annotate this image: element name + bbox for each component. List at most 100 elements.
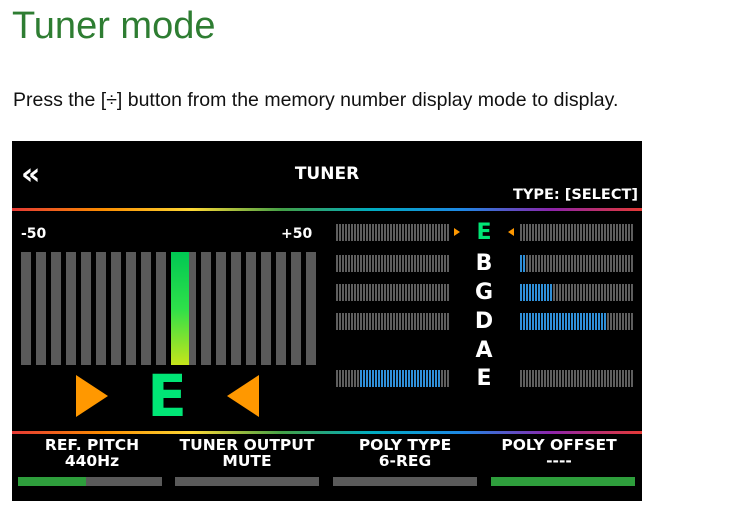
string-bar-segment: [348, 313, 350, 330]
string-bar-segment: [342, 370, 344, 387]
string-bar-segment: [571, 313, 573, 330]
param-level-bar: [333, 477, 477, 486]
string-bar-segment: [363, 313, 365, 330]
string-bar-segment: [366, 255, 368, 272]
string-bar-segment: [625, 370, 627, 387]
string-bar-segment: [447, 224, 449, 241]
string-bar-segment: [408, 313, 410, 330]
string-bar-segment: [396, 224, 398, 241]
string-bar-segment: [616, 370, 618, 387]
string-bar-segment: [571, 255, 573, 272]
string-bar-segment: [357, 370, 359, 387]
string-left-bar: [336, 313, 450, 330]
string-bar-segment: [393, 284, 395, 301]
string-bar-segment: [553, 284, 555, 301]
string-bar-segment: [607, 313, 609, 330]
string-bar-segment: [607, 255, 609, 272]
string-bar-segment: [390, 370, 392, 387]
string-bar-segment: [550, 224, 552, 241]
string-bar-segment: [426, 284, 428, 301]
string-bar-segment: [601, 224, 603, 241]
string-bar-segment: [523, 370, 525, 387]
string-bar-segment: [631, 224, 633, 241]
meter-segment: [111, 252, 121, 365]
string-bar-segment: [586, 313, 588, 330]
string-bar-segment: [345, 313, 347, 330]
string-bar-segment: [408, 255, 410, 272]
meter-segment: [261, 252, 271, 365]
string-bar-segment: [523, 313, 525, 330]
string-bar-segment: [535, 370, 537, 387]
screen-title: TUNER: [294, 164, 360, 184]
string-bar-segment: [375, 255, 377, 272]
string-note-label: E: [476, 366, 492, 391]
string-left-bar: [336, 284, 450, 301]
string-bar-segment: [538, 224, 540, 241]
string-bar-segment: [372, 255, 374, 272]
string-bar-segment: [447, 370, 449, 387]
string-bar-segment: [447, 313, 449, 330]
string-bar-segment: [544, 370, 546, 387]
param-0[interactable]: REF. PITCH 440Hz: [14, 437, 170, 469]
string-bar-segment: [592, 313, 594, 330]
string-bar-segment: [435, 284, 437, 301]
string-bar-segment: [586, 370, 588, 387]
string-bar-segment: [399, 224, 401, 241]
param-level-fill: [491, 477, 635, 486]
string-bar-segment: [544, 284, 546, 301]
string-bar-segment: [520, 255, 522, 272]
string-bar-segment: [586, 255, 588, 272]
string-bar-segment: [631, 370, 633, 387]
string-bar-segment: [541, 370, 543, 387]
string-bar-segment: [405, 255, 407, 272]
string-bar-segment: [411, 284, 413, 301]
param-2[interactable]: POLY TYPE 6-REG: [327, 437, 483, 469]
string-bar-segment: [396, 255, 398, 272]
string-bar-segment: [357, 284, 359, 301]
string-bar-segment: [628, 370, 630, 387]
string-bar-segment: [592, 370, 594, 387]
string-bar-segment: [613, 224, 615, 241]
string-bar-segment: [532, 255, 534, 272]
string-bar-segment: [568, 370, 570, 387]
string-bar-segment: [438, 255, 440, 272]
string-bar-segment: [526, 284, 528, 301]
string-bar-segment: [544, 224, 546, 241]
string-bar-segment: [535, 313, 537, 330]
param-value: 6-REG: [378, 452, 432, 470]
string-bar-segment: [414, 224, 416, 241]
string-bar-segment: [598, 284, 600, 301]
string-bar-segment: [562, 255, 564, 272]
string-bar-segment: [423, 224, 425, 241]
string-bar-segment: [559, 255, 561, 272]
string-bar-segment: [610, 255, 612, 272]
param-1[interactable]: TUNER OUTPUT MUTE: [169, 437, 325, 469]
meter-segment: [66, 252, 76, 365]
string-bar-segment: [393, 370, 395, 387]
string-bar-segment: [532, 284, 534, 301]
string-bar-segment: [550, 313, 552, 330]
string-bar-segment: [387, 313, 389, 330]
param-3[interactable]: POLY OFFSET ----: [481, 437, 637, 469]
string-right-bar: [520, 284, 634, 301]
string-bar-segment: [342, 284, 344, 301]
string-bar-segment: [607, 370, 609, 387]
string-right-bar: [520, 313, 634, 330]
string-bar-segment: [438, 284, 440, 301]
meter-segment: [51, 252, 61, 365]
string-bar-segment: [535, 224, 537, 241]
string-bar-segment: [417, 224, 419, 241]
string-bar-segment: [565, 255, 567, 272]
string-bar-segment: [405, 224, 407, 241]
string-bar-segment: [417, 370, 419, 387]
string-bar-segment: [556, 255, 558, 272]
string-bar-segment: [589, 313, 591, 330]
string-bar-segment: [595, 255, 597, 272]
string-bar-segment: [532, 313, 534, 330]
tuner-type-label[interactable]: TYPE: [SELECT]: [513, 187, 638, 203]
string-bar-segment: [565, 284, 567, 301]
string-bar-segment: [429, 255, 431, 272]
string-bar-segment: [444, 284, 446, 301]
string-bar-segment: [532, 224, 534, 241]
string-bar-segment: [523, 255, 525, 272]
